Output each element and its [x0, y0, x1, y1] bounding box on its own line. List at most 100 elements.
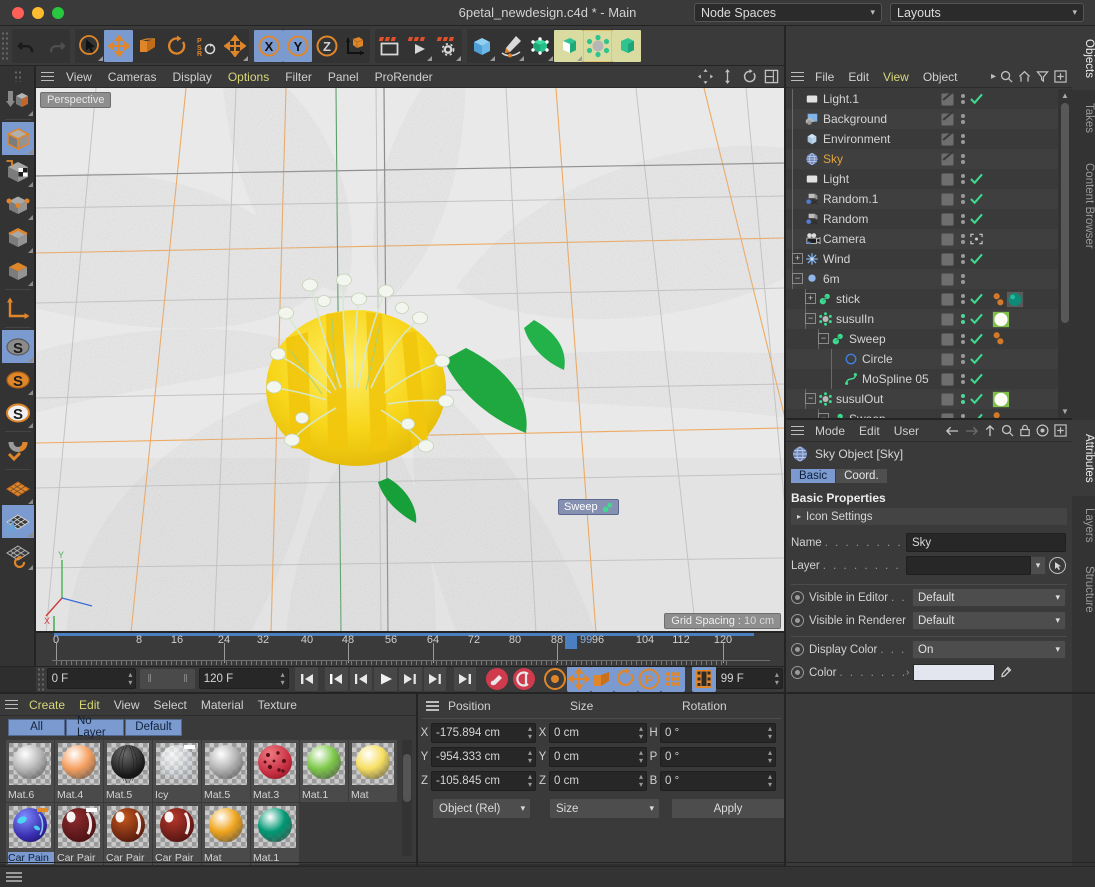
visibility-dots[interactable]	[958, 114, 967, 124]
material-swatch[interactable]: Car Pain	[6, 803, 54, 865]
object-name[interactable]: stick	[836, 292, 860, 306]
up-arrow-icon[interactable]	[984, 424, 996, 437]
rotation-h-field[interactable]: 0 ° ▴ ▾	[660, 722, 776, 743]
object-row-columns[interactable]	[941, 189, 983, 209]
material-menu-create[interactable]: Create	[22, 694, 72, 716]
keyframe-selection-icon[interactable]	[543, 666, 567, 692]
object-row[interactable]: − 6m	[786, 269, 1058, 289]
visibility-box[interactable]	[941, 352, 954, 366]
visibility-dots[interactable]	[958, 254, 967, 264]
step-forward-icon[interactable]	[399, 666, 422, 691]
move-icon[interactable]	[104, 29, 133, 62]
filter-icon[interactable]	[1036, 70, 1049, 83]
toolbar-grip[interactable]	[1, 30, 10, 61]
name-field[interactable]: Sky	[906, 533, 1066, 552]
tree-expander[interactable]: −	[818, 333, 829, 344]
workplane-icon[interactable]	[2, 472, 34, 505]
home-icon[interactable]	[1018, 70, 1031, 83]
object-row-columns[interactable]	[941, 169, 983, 189]
coordinates-hamburger-icon[interactable]	[421, 701, 443, 711]
add-generator-icon[interactable]	[525, 30, 554, 62]
vtab-objects[interactable]: Objects	[1072, 26, 1095, 90]
enable-check-icon[interactable]	[970, 333, 983, 345]
visibility-dots[interactable]	[958, 194, 967, 204]
tree-expander[interactable]: −	[805, 393, 816, 404]
material-layer-filter[interactable]: All No Layer Default	[0, 715, 416, 739]
object-row-columns[interactable]	[941, 109, 983, 129]
material-tag[interactable]	[992, 311, 1010, 331]
viewport-menubar[interactable]: View Cameras Display Options Filter Pane…	[36, 66, 785, 88]
attributes-menu-mode[interactable]: Mode	[808, 420, 852, 442]
material-menu-select[interactable]: Select	[147, 694, 194, 716]
stepper-icon[interactable]: ▴ ▾	[768, 724, 772, 741]
object-tree[interactable]: Light.1 Background Environment Sky Light Rand…	[786, 89, 1058, 418]
viewport-menu-display[interactable]: Display	[164, 66, 219, 88]
attributes-menu-edit[interactable]: Edit	[852, 420, 887, 442]
material-swatch[interactable]: Mat.6	[6, 740, 54, 802]
make-editable-icon[interactable]	[2, 84, 34, 117]
attributes-menu-user[interactable]: User	[887, 420, 926, 442]
material-menu-texture[interactable]: Texture	[251, 694, 304, 716]
snap-settings-icon[interactable]: S	[2, 363, 34, 396]
visible-in-renderer-radio[interactable]	[791, 614, 804, 627]
object-name[interactable]: Circle	[862, 352, 893, 366]
object-tags[interactable]	[992, 391, 1010, 411]
stepper-icon[interactable]: ▴ ▾	[528, 772, 532, 789]
display-color-select[interactable]: On ▾	[912, 640, 1066, 659]
object-row[interactable]: + Wind	[786, 249, 1058, 269]
object-name[interactable]: Random	[823, 212, 868, 226]
timeline-start-field[interactable]: 0 F ▴ ▾	[46, 668, 137, 689]
object-row[interactable]: − susulOut	[786, 389, 1058, 409]
object-name[interactable]: Sky	[823, 152, 843, 166]
visibility-dots[interactable]	[958, 214, 967, 224]
stepper-icon[interactable]: ▴ ▾	[639, 748, 643, 765]
stepper-icon[interactable]: ▴ ▾	[775, 670, 779, 687]
object-manager-menubar[interactable]: File Edit View Object ▸	[786, 66, 1072, 88]
enable-check-icon[interactable]	[970, 353, 983, 365]
go-to-end-icon[interactable]	[453, 666, 477, 691]
step-back-icon[interactable]	[349, 666, 373, 691]
position-key-icon[interactable]	[567, 665, 591, 692]
enable-check-icon[interactable]	[970, 173, 983, 185]
search-icon[interactable]	[1001, 424, 1014, 437]
viewport-menu-hamburger-icon[interactable]	[36, 71, 58, 82]
visibility-dots[interactable]	[958, 374, 967, 384]
object-name[interactable]: Sweep	[849, 332, 886, 346]
material-swatch[interactable]: Mat	[202, 803, 250, 865]
object-row[interactable]: − susulIn	[786, 309, 1058, 329]
material-swatch[interactable]: Mat.1	[251, 803, 299, 865]
attributes-menubar[interactable]: Mode Edit User	[786, 420, 1072, 442]
material-tag[interactable]	[992, 292, 1005, 310]
undo-icon[interactable]	[12, 30, 41, 62]
stepper-icon[interactable]: ▴ ▾	[281, 670, 285, 687]
vtab-layers[interactable]: Layers	[1072, 498, 1095, 552]
add-icon[interactable]	[1054, 70, 1067, 83]
object-tags[interactable]	[992, 311, 1010, 331]
enable-check-icon[interactable]	[970, 213, 983, 225]
enable-check-icon[interactable]	[970, 373, 983, 385]
add-cube-primitive-icon[interactable]	[467, 30, 496, 62]
add-deformer-icon[interactable]	[554, 29, 583, 62]
enable-check-icon[interactable]	[970, 253, 983, 265]
rotation-p-field[interactable]: 0 ° ▴ ▾	[660, 746, 776, 767]
material-swatch[interactable]: Mat.1	[300, 740, 348, 802]
visibility-box[interactable]	[941, 132, 954, 146]
scroll-up-icon[interactable]: ▲	[1061, 91, 1069, 100]
edges-mode-icon[interactable]	[2, 221, 34, 254]
visibility-box[interactable]	[941, 312, 954, 326]
object-manager[interactable]: File Edit View Object ▸ Light.1 Backgroun…	[786, 66, 1072, 418]
material-tag[interactable]	[992, 391, 1010, 411]
enable-check-icon[interactable]	[970, 313, 983, 325]
size-y-field[interactable]: 0 cm ▴ ▾	[549, 746, 647, 767]
object-row[interactable]: Environment	[786, 129, 1058, 149]
material-tag[interactable]	[1006, 291, 1024, 311]
object-menu-hamburger-icon[interactable]	[786, 71, 808, 82]
object-row-columns[interactable]	[941, 369, 983, 389]
enable-check-icon[interactable]	[970, 293, 983, 305]
axis-x-icon[interactable]: X	[254, 29, 283, 62]
visibility-dots[interactable]	[958, 314, 967, 324]
object-row-columns[interactable]	[941, 129, 983, 149]
window-controls[interactable]	[0, 6, 64, 19]
visibility-box[interactable]	[941, 332, 954, 346]
object-row[interactable]: Random.1	[786, 189, 1058, 209]
